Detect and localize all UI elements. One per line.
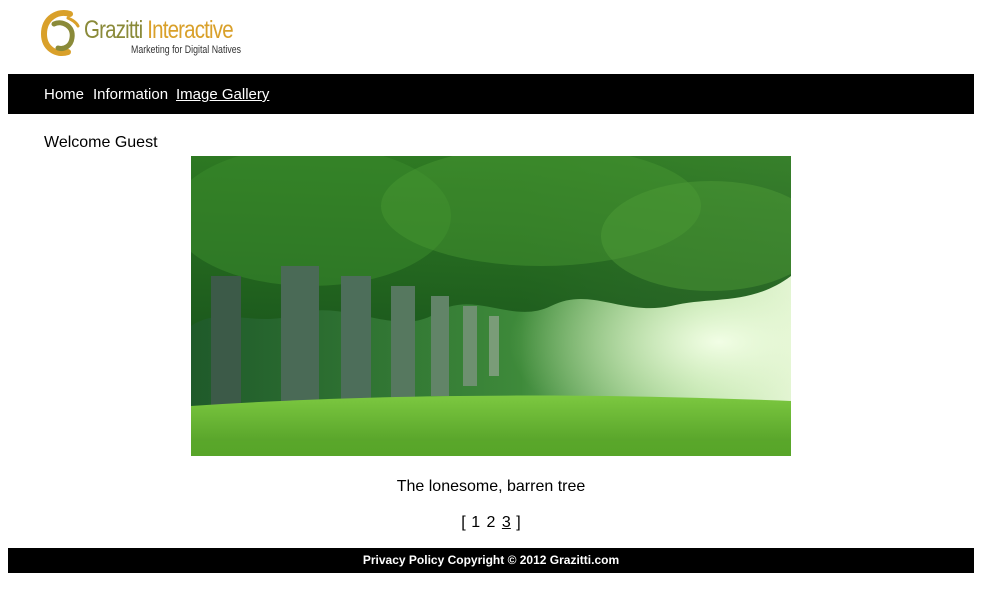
nav-information-link[interactable]: Information xyxy=(93,86,168,104)
logo-tagline: Marketing for Digital Natives xyxy=(131,44,242,56)
logo-swirl-icon xyxy=(40,10,80,56)
logo-brand-text: Grazitti Interactive xyxy=(84,16,234,44)
footer-text[interactable]: Privacy Policy Copyright © 2012 Grazitti… xyxy=(363,553,619,567)
company-logo[interactable]: Grazitti Interactive Marketing for Digit… xyxy=(40,8,250,60)
nav-image-gallery-link[interactable]: Image Gallery xyxy=(176,86,269,104)
gallery-pager: [ 1 2 3 ] xyxy=(0,513,982,532)
nav-home-link[interactable]: Home xyxy=(44,86,84,104)
logo-brand-part2: Interactive xyxy=(147,16,233,44)
pager-open-bracket: [ xyxy=(461,514,466,531)
pager-page-3[interactable]: 3 xyxy=(502,513,511,532)
main-nav-bar: Home Information Image Gallery xyxy=(8,74,974,114)
gallery-image xyxy=(191,156,791,456)
pager-page-2[interactable]: 2 xyxy=(487,513,496,532)
footer-bar: Privacy Policy Copyright © 2012 Grazitti… xyxy=(8,548,974,573)
logo-brand-part1: Grazitti xyxy=(84,16,143,44)
welcome-message: Welcome Guest xyxy=(44,134,158,151)
pager-page-1[interactable]: 1 xyxy=(471,513,480,532)
image-caption: The lonesome, barren tree xyxy=(396,478,586,495)
pager-close-bracket: ] xyxy=(516,514,521,531)
